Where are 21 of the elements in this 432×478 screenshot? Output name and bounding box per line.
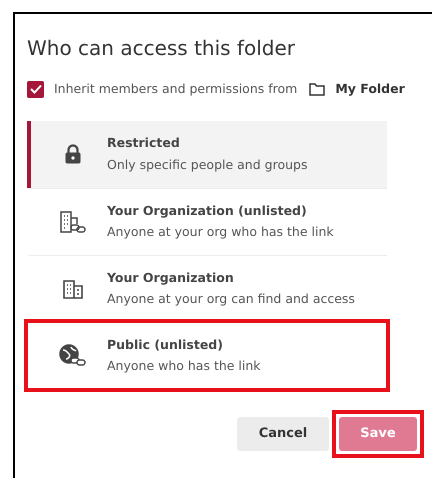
globe-link-icon [59, 344, 87, 368]
cancel-button[interactable]: Cancel [237, 416, 329, 451]
option-title: Public (unlisted) [107, 336, 224, 354]
dialog-title: Who can access this folder [27, 35, 296, 62]
option-description: Anyone who has the link [107, 357, 261, 376]
option-description: Anyone at your org who has the link [107, 223, 334, 242]
lock-icon [65, 144, 81, 164]
option-title: Your Organization [107, 268, 235, 287]
inherit-label: Inherit members and permissions from [54, 80, 298, 98]
option-description: Anyone at your org can find and access [107, 290, 355, 308]
option-title: Restricted [107, 134, 181, 152]
access-option[interactable]: Your Organization Anyone at your org can find and access [27, 254, 387, 322]
inherit-checkbox[interactable] [27, 80, 44, 98]
access-option[interactable]: Restricted Only specific people and groups [27, 120, 387, 188]
folder-icon [309, 82, 326, 96]
building-link-icon [59, 210, 87, 234]
building-icon [62, 278, 84, 299]
access-option[interactable]: Public (unlisted) Anyone who has the link [27, 322, 387, 389]
folder-name: My Folder [335, 80, 405, 98]
option-description: Only specific people and groups [107, 156, 308, 174]
option-title: Your Organization (unlisted) [107, 202, 308, 220]
